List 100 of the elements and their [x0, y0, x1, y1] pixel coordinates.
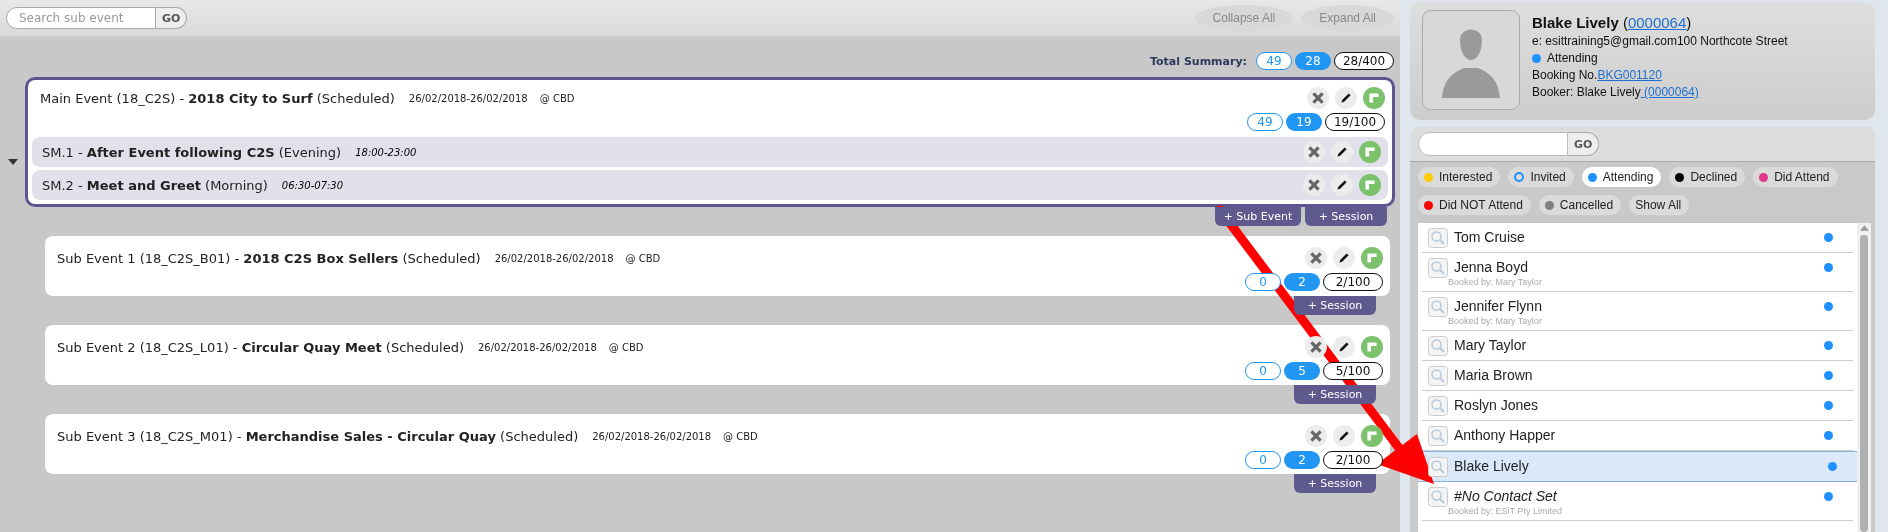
add-button[interactable]: + Sub Event — [1215, 207, 1301, 226]
corner-icon[interactable] — [1361, 247, 1383, 269]
attendee-name: Anthony Happer — [1454, 426, 1557, 444]
count-pill: 49 — [1247, 113, 1283, 131]
pencil-icon[interactable] — [1331, 174, 1353, 196]
count-pill: 2/100 — [1323, 451, 1383, 469]
search-icon[interactable] — [1428, 297, 1448, 317]
count-pill: 19 — [1286, 113, 1322, 131]
search-icon[interactable] — [1428, 487, 1448, 507]
chip-label: Declined — [1690, 170, 1738, 184]
attendee-row[interactable]: Jenna Boyd Booked by: Mary Taylor — [1422, 253, 1853, 292]
add-button[interactable]: + Session — [1294, 474, 1376, 493]
attendee-name: Jenna Boyd — [1454, 258, 1529, 276]
pencil-icon[interactable] — [1333, 425, 1355, 447]
search-icon[interactable] — [1428, 258, 1448, 278]
pencil-icon[interactable] — [1333, 247, 1355, 269]
pencil-icon[interactable] — [1331, 141, 1353, 163]
delete-icon[interactable] — [1305, 336, 1327, 358]
filter-chip[interactable]: Interested — [1418, 167, 1501, 187]
contact-name: Blake Lively (0000064) — [1532, 14, 1693, 31]
event-dates: 26/02/2018-26/02/2018 — [494, 252, 614, 264]
count-pill: 28/400 — [1334, 52, 1394, 70]
corner-icon[interactable] — [1361, 336, 1383, 358]
event-dates: 26/02/2018-26/02/2018 — [477, 341, 597, 353]
count-pill: 5 — [1284, 362, 1320, 380]
avatar-icon — [1422, 10, 1520, 110]
delete-icon[interactable] — [1303, 174, 1325, 196]
attendee-row[interactable]: Jennifer Flynn Booked by: Mary Taylor — [1422, 292, 1853, 331]
attendee-name: Mary Taylor — [1454, 336, 1528, 354]
delete-icon[interactable] — [1303, 141, 1325, 163]
chip-label: Invited — [1530, 170, 1566, 184]
attendee-row[interactable]: Blake Lively — [1418, 451, 1858, 482]
search-field[interactable]: Search sub event — [6, 7, 156, 29]
attendee-name: Blake Lively — [1454, 457, 1530, 475]
event-location: @ CBD — [608, 341, 644, 353]
go-button[interactable]: GO — [156, 7, 188, 29]
chip-label: Show All — [1635, 198, 1682, 212]
event-title: Sub Event 1 (18_C2S_B01) - 2018 C2S Box Sellers (Scheduled) — [57, 250, 481, 266]
count-pill: 2 — [1284, 451, 1320, 469]
booker: Booker: Blake Lively (0000064) — [1532, 85, 1700, 99]
add-button[interactable]: + Session — [1305, 207, 1387, 226]
total-summary-label: Total Summary: — [1150, 54, 1247, 68]
pencil-icon[interactable] — [1333, 336, 1355, 358]
contact-email: e: esittraining5@gmail.com100 Northcote Street — [1532, 34, 1788, 48]
event-dates: 26/02/2018-26/02/2018 — [408, 92, 528, 104]
attendee-search-field[interactable] — [1418, 132, 1568, 156]
attendee-row[interactable]: Tom Cruise — [1422, 223, 1853, 253]
go-button[interactable]: GO — [1568, 132, 1600, 156]
corner-icon[interactable] — [1361, 425, 1383, 447]
filter-chip[interactable]: Cancelled — [1538, 195, 1622, 215]
session-row[interactable]: SM.1 - After Event following C2S (Evening) 18:00-23:00 — [32, 137, 1388, 167]
booking-number: Booking No.BKG001120 — [1532, 68, 1663, 82]
search-icon[interactable] — [1428, 396, 1448, 416]
event-title: Sub Event 2 (18_C2S_L01) - Circular Quay Meet (Scheduled) — [57, 339, 464, 355]
filter-chip[interactable]: Show All — [1629, 195, 1690, 215]
attendee-name: Tom Cruise — [1454, 228, 1526, 246]
count-pill: 0 — [1245, 362, 1281, 380]
corner-icon[interactable] — [1359, 141, 1381, 163]
search-icon[interactable] — [1428, 457, 1448, 477]
filter-chip[interactable]: Declined — [1669, 167, 1746, 187]
event-dates: 26/02/2018-26/02/2018 — [592, 430, 712, 442]
delete-icon[interactable] — [1305, 425, 1327, 447]
add-button[interactable]: + Session — [1294, 385, 1376, 404]
filter-chip[interactable]: Invited — [1508, 167, 1574, 187]
attendee-row[interactable]: Maria Brown — [1422, 361, 1853, 391]
attendee-row[interactable]: Roslyn Jones — [1422, 391, 1853, 421]
chip-label: Did Attend — [1774, 170, 1830, 184]
session-row[interactable]: SM.2 - Meet and Greet (Morning) 06:30-07:30 — [32, 170, 1388, 200]
delete-icon[interactable] — [1305, 247, 1327, 269]
event-title: Main Event (18_C2S) - 2018 City to Surf (Scheduled) — [40, 90, 395, 106]
event-location: @ CBD — [539, 92, 575, 104]
search-icon[interactable] — [1428, 336, 1448, 356]
corner-icon[interactable] — [1363, 87, 1385, 109]
search-icon[interactable] — [1428, 366, 1448, 386]
count-pill: 2 — [1284, 273, 1320, 291]
attendee-row[interactable]: #No Contact Set Booked by: ESiT Pty Limited — [1422, 482, 1853, 521]
count-pill: 0 — [1245, 273, 1281, 291]
delete-icon[interactable] — [1307, 87, 1329, 109]
count-pill: 28 — [1295, 52, 1331, 70]
caret-icon[interactable] — [7, 158, 18, 165]
attendee-name: #No Contact Set — [1454, 487, 1558, 505]
corner-icon[interactable] — [1359, 174, 1381, 196]
booked-by: Booked by: Mary Taylor — [1448, 277, 1543, 287]
search-icon[interactable] — [1428, 426, 1448, 446]
status-label: Attending — [1547, 51, 1598, 65]
event-location: @ CBD — [625, 252, 661, 264]
scroll-up-icon[interactable] — [1859, 225, 1869, 231]
chip-label: Attending — [1602, 170, 1654, 184]
attendee-row[interactable]: Mary Taylor — [1422, 331, 1853, 361]
scrollbar[interactable] — [1857, 223, 1871, 532]
event-title: Sub Event 3 (18_C2S_M01) - Merchandise Sales - Circular Quay (Scheduled) — [57, 428, 579, 444]
add-button[interactable]: + Session — [1294, 296, 1376, 315]
search-icon[interactable] — [1428, 228, 1448, 248]
filter-chip[interactable]: Did NOT Attend — [1418, 195, 1531, 215]
attendee-name: Maria Brown — [1454, 366, 1534, 384]
attendee-name: Roslyn Jones — [1454, 396, 1540, 414]
count-pill: 5/100 — [1323, 362, 1383, 380]
pencil-icon[interactable] — [1335, 87, 1357, 109]
filter-chip[interactable]: Did Attend — [1753, 167, 1838, 187]
filter-chip[interactable]: Attending — [1581, 167, 1662, 187]
